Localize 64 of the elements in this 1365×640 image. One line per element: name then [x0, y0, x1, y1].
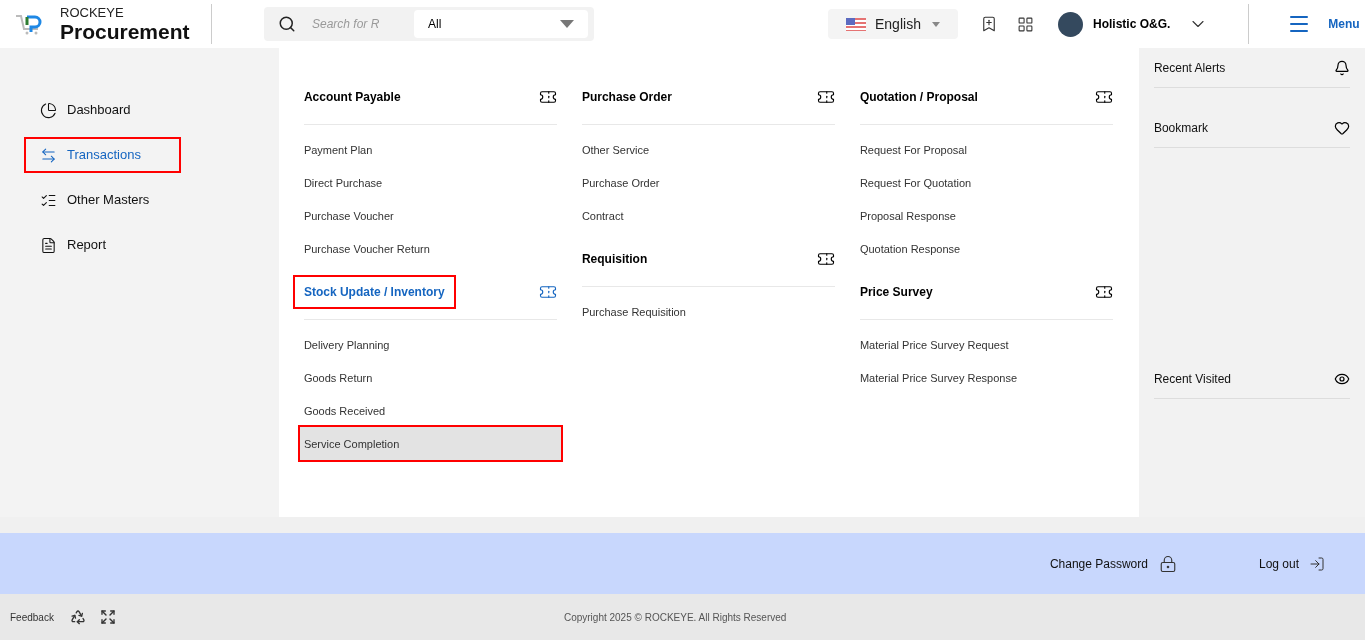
dropdown-caret-icon: [932, 21, 940, 27]
language-selector[interactable]: English: [828, 9, 958, 39]
section-heading[interactable]: Account Payable: [294, 82, 410, 112]
logout-icon[interactable]: [1309, 555, 1325, 572]
heart-icon[interactable]: [1334, 119, 1350, 136]
menu-link[interactable]: Contract: [581, 199, 835, 232]
section-heading[interactable]: Price Survey: [850, 277, 942, 307]
sidebar-icon: [40, 146, 57, 164]
panel-heading[interactable]: Recent Visited: [1153, 369, 1232, 388]
bookmark-add-icon[interactable]: [980, 15, 998, 33]
expand-icon[interactable]: [99, 609, 116, 625]
menu-link[interactable]: Purchase Requisition: [581, 295, 835, 328]
lock-icon[interactable]: [1158, 554, 1177, 573]
menu-link[interactable]: Payment Plan: [303, 133, 557, 166]
sidebar-item[interactable]: Transactions: [26, 139, 179, 171]
brand-name: Procurement: [60, 21, 190, 42]
menu-link[interactable]: Goods Received: [303, 394, 557, 427]
grid-icon[interactable]: [1017, 15, 1034, 33]
menu-link[interactable]: Proposal Response: [859, 199, 1113, 232]
search-icon[interactable]: [278, 15, 296, 33]
menu-label[interactable]: Menu: [1328, 15, 1360, 33]
ticket-icon: [538, 88, 557, 106]
section-heading[interactable]: Purchase Order: [572, 82, 681, 112]
brand-subtitle: ROCKEYE: [60, 6, 125, 19]
menu-link[interactable]: Delivery Planning: [303, 328, 557, 361]
feedback-link[interactable]: Feedback: [10, 609, 54, 625]
ticket-icon: [1094, 88, 1113, 106]
section-heading[interactable]: Stock Update / Inventory: [294, 277, 454, 307]
scope-dropdown[interactable]: All: [414, 10, 588, 38]
ticket-icon: [1094, 283, 1113, 301]
search-field[interactable]: Search for R: [312, 15, 382, 33]
sidebar-item[interactable]: Dashboard: [26, 94, 179, 126]
panel-heading[interactable]: Bookmark: [1153, 118, 1208, 137]
section-heading[interactable]: Quotation / Proposal: [850, 82, 987, 112]
recycle-icon[interactable]: [69, 609, 86, 625]
dropdown-caret-icon: [560, 20, 574, 28]
logout-link[interactable]: Log out: [1258, 554, 1299, 573]
copyright-text: Copyright 2025 © ROCKEYE. All Rights Reserved: [563, 610, 787, 625]
sidebar-item[interactable]: Other Masters: [26, 184, 179, 216]
bell-icon[interactable]: [1334, 59, 1350, 76]
flag-icon: [846, 17, 866, 31]
menu-link[interactable]: Direct Purchase: [303, 166, 557, 199]
section-heading[interactable]: Requisition: [572, 244, 657, 274]
avatar[interactable]: [1058, 11, 1083, 37]
ticket-icon: [816, 88, 835, 106]
menu-link[interactable]: Other Service: [581, 133, 835, 166]
menu-link[interactable]: Material Price Survey Request: [859, 328, 1113, 361]
menu-link[interactable]: Request For Quotation: [859, 166, 1113, 199]
change-password-link[interactable]: Change Password: [1049, 554, 1148, 573]
panel-heading[interactable]: Recent Alerts: [1153, 58, 1226, 77]
menu-link[interactable]: Purchase Order: [581, 166, 835, 199]
sidebar-icon: [40, 236, 57, 254]
menu-link[interactable]: Purchase Voucher Return: [303, 232, 557, 265]
menu-link[interactable]: Purchase Voucher: [303, 199, 557, 232]
menu-link[interactable]: Material Price Survey Response: [859, 361, 1113, 394]
sidebar-item[interactable]: Report: [26, 229, 179, 261]
ticket-icon: [816, 250, 835, 268]
menu-link[interactable]: Request For Proposal: [859, 133, 1113, 166]
ticket-icon: [538, 283, 557, 301]
menu-link[interactable]: Quotation Response: [859, 232, 1113, 265]
menu-link[interactable]: Goods Return: [303, 361, 557, 394]
menu-link[interactable]: Service Completion: [299, 427, 561, 460]
sidebar-icon: [40, 101, 57, 119]
user-name[interactable]: Holistic O&G.: [1093, 15, 1171, 33]
